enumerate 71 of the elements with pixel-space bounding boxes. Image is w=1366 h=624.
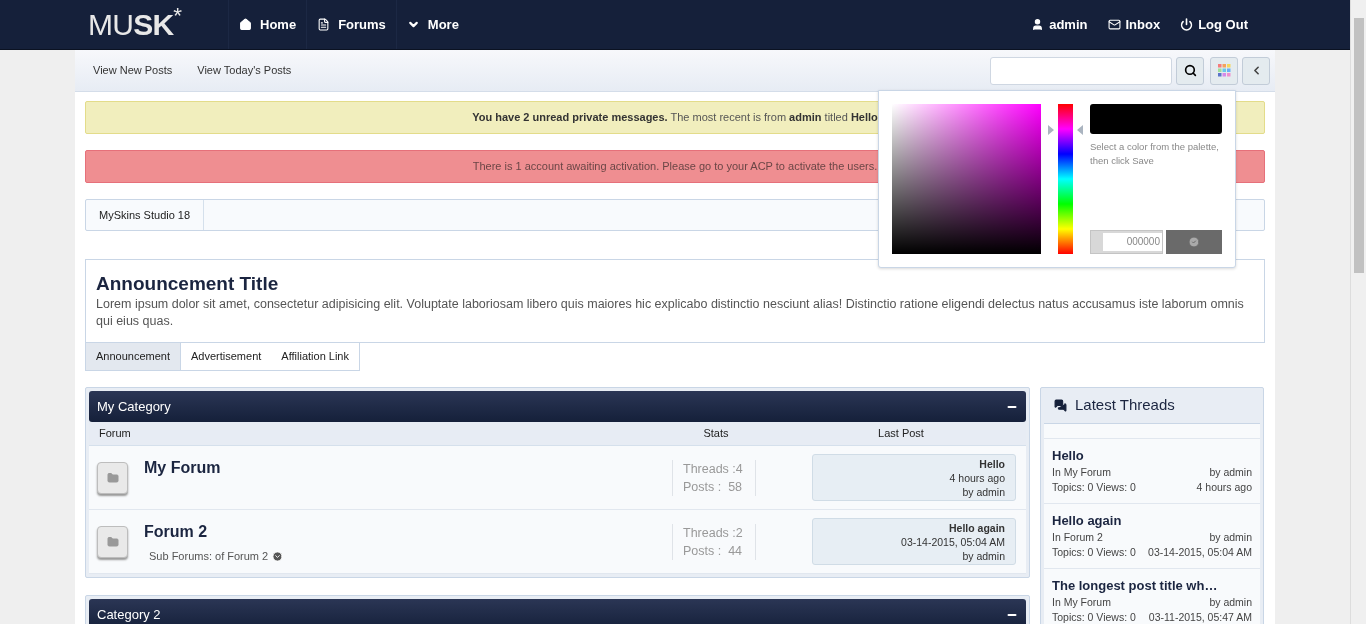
user-nav-link[interactable]: Inbox bbox=[1107, 14, 1161, 35]
breadcrumb-link[interactable]: MySkins Studio 18 bbox=[86, 200, 205, 230]
subforums-link[interactable]: Sub Forums: of Forum 2 bbox=[149, 548, 672, 565]
forum-title-link[interactable]: Forum 2 bbox=[144, 520, 672, 544]
posts-count: Posts : 44 bbox=[683, 542, 744, 560]
thread-author: by admin bbox=[1209, 465, 1252, 480]
announcement-text: Lorem ipsum dolor sit amet, consectetur adipisicing elit. Voluptate laboriosam libero quis maiores hic explicabo distinctio nesciunt alias! Distinctio ratione eligendi delectus natus accusamus iste laborum omnis qui eius quas. bbox=[96, 296, 1245, 330]
search-button[interactable] bbox=[1176, 56, 1204, 85]
category-title: My Category bbox=[97, 397, 171, 416]
thread-forum: In Forum 2 bbox=[1052, 530, 1103, 545]
thread-author: by admin bbox=[1209, 595, 1252, 610]
last-post-author: by admin bbox=[962, 548, 1005, 563]
chat-bubbles-icon bbox=[1054, 399, 1067, 412]
panel-title: Latest Threads bbox=[1075, 395, 1175, 416]
user-nav-link[interactable]: admin bbox=[1031, 14, 1088, 35]
sub-nav-link[interactable]: View Today's Posts bbox=[197, 62, 292, 79]
forum-status-icon bbox=[97, 461, 128, 494]
thread-forum: In My Forum bbox=[1052, 595, 1111, 610]
sub-nav-link[interactable]: View New Posts bbox=[93, 62, 173, 79]
saturation-area[interactable] bbox=[892, 104, 1042, 254]
hex-input-field[interactable]: 000000 bbox=[1090, 230, 1163, 254]
thread-forum: In My Forum bbox=[1052, 465, 1111, 480]
forum-title-link[interactable]: My Forum bbox=[144, 456, 672, 480]
color-picker-button[interactable] bbox=[1210, 56, 1238, 85]
last-post-time: 4 hours ago bbox=[949, 470, 1005, 485]
search-field[interactable] bbox=[990, 56, 1172, 85]
column-header: Stats bbox=[702, 426, 730, 442]
last-post-title[interactable]: Hello again bbox=[949, 520, 1005, 535]
user-nav-link[interactable]: Log Out bbox=[1180, 14, 1248, 35]
last-post-time: 03-14-2015, 05:04 AM bbox=[901, 534, 1005, 549]
hue-handle[interactable] bbox=[1048, 124, 1084, 135]
thread-stats: Topics: 0 Views: 0 bbox=[1052, 545, 1136, 560]
picker-help-text: Select a color from the palette, bbox=[1090, 140, 1220, 154]
category-title: Category 2 bbox=[97, 605, 161, 624]
column-header: Forum bbox=[98, 426, 132, 442]
thread-time: 03-14-2015, 05:04 AM bbox=[1148, 545, 1252, 560]
thread-stats: Topics: 0 Views: 0 bbox=[1052, 480, 1136, 495]
threads-count: Threads :4 bbox=[683, 460, 744, 478]
chevron-down-circle-icon bbox=[272, 550, 284, 562]
thread-time: 03-11-2015, 05:47 AM bbox=[1148, 610, 1252, 624]
nav-link[interactable]: More bbox=[395, 0, 469, 49]
last-post-title[interactable]: Hello bbox=[979, 456, 1005, 471]
nav-link[interactable]: Home bbox=[228, 0, 307, 49]
last-post-author: by admin bbox=[962, 484, 1005, 499]
palette-grid-icon bbox=[1217, 64, 1231, 77]
save-color-button[interactable] bbox=[1166, 230, 1222, 254]
check-circle-icon bbox=[1188, 236, 1200, 248]
nav-link[interactable]: Forums bbox=[306, 0, 396, 49]
column-header: Last Post bbox=[877, 426, 925, 442]
thread-stats: Topics: 0 Views: 0 bbox=[1052, 610, 1136, 624]
thread-title-link[interactable]: The longest post title wh… bbox=[1052, 577, 1252, 595]
thread-title-link[interactable]: Hello bbox=[1052, 447, 1252, 465]
picker-help-text: then click Save bbox=[1090, 154, 1155, 168]
announcement-title: Announcement Title bbox=[96, 272, 280, 296]
envelope-icon bbox=[1107, 18, 1121, 31]
thread-title-link[interactable]: Hello again bbox=[1052, 512, 1252, 530]
document-icon bbox=[317, 18, 331, 31]
hue-slider[interactable] bbox=[1048, 104, 1083, 254]
alert-message: There is 1 account awaiting activation. Please go to your ACP to activate the users. bbox=[472, 159, 878, 175]
threads-count: Threads :2 bbox=[683, 524, 744, 542]
search-icon bbox=[1183, 64, 1197, 77]
power-icon bbox=[1180, 18, 1194, 31]
posts-count: Posts : 58 bbox=[683, 478, 744, 496]
site-logo: MUSK$^{*}$ bbox=[88, 9, 183, 40]
thread-author: by admin bbox=[1209, 530, 1252, 545]
home-icon bbox=[239, 18, 252, 31]
user-icon bbox=[1031, 18, 1045, 31]
thread-time: 4 hours ago bbox=[1196, 480, 1252, 495]
forum-status-icon bbox=[97, 525, 128, 558]
announcement-tab[interactable]: Announcement bbox=[86, 343, 181, 370]
alert-message: You have 2 unread private messages. The most recent is from admin titled Hello bbox=[472, 110, 878, 126]
